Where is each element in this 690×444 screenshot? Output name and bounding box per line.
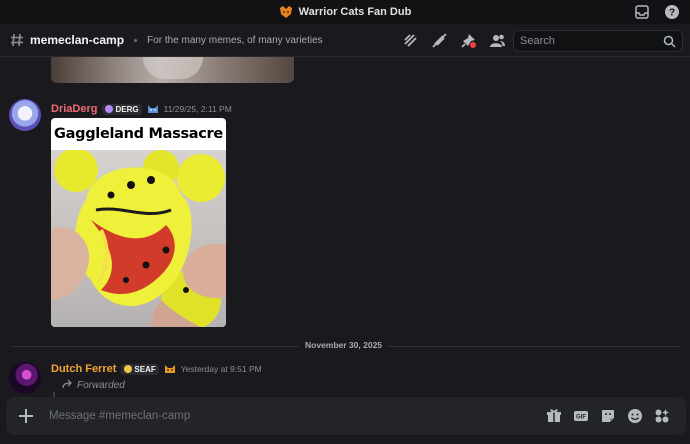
forwarded-indicator: Forwarded: [62, 379, 125, 392]
threads-icon[interactable]: [402, 32, 419, 49]
notifications-muted-icon[interactable]: [431, 32, 448, 49]
help-icon[interactable]: ?: [664, 4, 680, 20]
avatar[interactable]: [9, 99, 41, 131]
channel-topic[interactable]: For the many memes, of many varieties: [147, 35, 323, 46]
cat-badge-icon: [164, 364, 176, 374]
message-input[interactable]: [49, 410, 509, 422]
cat-badge-icon: [147, 104, 159, 114]
emoji-icon[interactable]: [627, 408, 643, 424]
guild-tag-label: DERG: [115, 104, 139, 114]
derg-tag-icon: [105, 105, 114, 113]
pinned-messages-icon[interactable]: [460, 32, 477, 49]
guild-tag-label: SEAF: [134, 364, 156, 374]
message-header: Dutch Ferret SEAF Yesterday at 9:51 PM: [51, 363, 262, 375]
username[interactable]: Dutch Ferret: [51, 363, 116, 375]
forwarded-label: Forwarded: [77, 380, 125, 391]
timestamp: Yesterday at 9:51 PM: [180, 364, 262, 374]
svg-text:?: ?: [669, 8, 675, 19]
apps-icon[interactable]: [654, 408, 670, 424]
username[interactable]: DriaDerg: [51, 103, 97, 115]
search-bar[interactable]: [513, 30, 683, 52]
inbox-icon[interactable]: [634, 4, 650, 20]
sticker-icon[interactable]: [600, 408, 616, 424]
channel-header: memeclan-camp For the many memes, of man…: [0, 24, 690, 57]
title-bar: Warrior Cats Fan Dub ?: [0, 0, 690, 24]
guild-tag[interactable]: SEAF: [121, 363, 159, 375]
message-header: DriaDerg DERG 11/29/25, 2:11 PM: [51, 103, 232, 115]
channel-hash-icon: [10, 32, 24, 48]
date-divider-label: November 30, 2025: [299, 340, 389, 350]
header-separator: [134, 38, 138, 42]
guild-tag[interactable]: DERG: [102, 103, 142, 115]
forward-arrow-icon: [62, 379, 73, 392]
search-input[interactable]: [520, 35, 660, 47]
embed-title: Gaggleland Massacre: [54, 126, 223, 142]
svg-text:GIF: GIF: [576, 415, 586, 421]
previous-message-image[interactable]: [51, 57, 294, 83]
member-list-icon[interactable]: [489, 32, 506, 49]
avatar[interactable]: [9, 362, 41, 394]
server-icon: [279, 6, 293, 18]
gif-icon[interactable]: GIF: [573, 408, 589, 424]
window-title: Warrior Cats Fan Dub: [298, 6, 412, 18]
meme-embed-image[interactable]: Gaggleland Massacre: [51, 118, 226, 327]
gift-icon[interactable]: [546, 408, 562, 424]
upload-plus-button[interactable]: [14, 404, 38, 428]
search-icon: [663, 35, 676, 48]
embed-photo: [51, 148, 226, 327]
message-composer: GIF: [6, 397, 686, 435]
timestamp: 11/29/25, 2:11 PM: [163, 104, 232, 114]
channel-name: memeclan-camp: [30, 33, 125, 47]
seaf-tag-icon: [124, 365, 133, 373]
